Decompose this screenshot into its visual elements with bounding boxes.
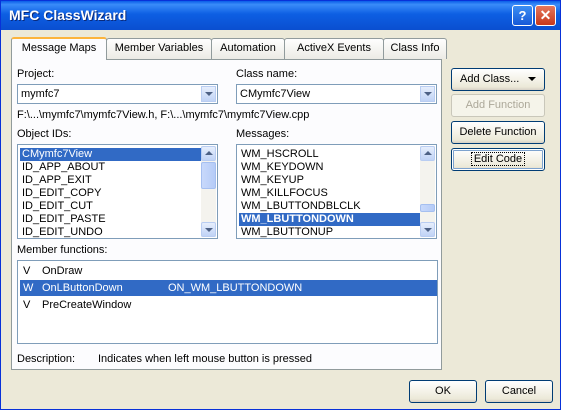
- list-item[interactable]: WM_LBUTTONDBLCLK: [239, 200, 361, 213]
- tab-member-variables[interactable]: Member Variables: [106, 38, 212, 59]
- add-class-label: Add Class...: [460, 73, 520, 85]
- list-item[interactable]: WM_KILLFOCUS: [239, 187, 328, 200]
- add-function-button[interactable]: Add Function: [451, 94, 545, 117]
- description-label: Description:: [17, 353, 76, 365]
- function-flag: V: [23, 265, 31, 277]
- scroll-up-icon[interactable]: [420, 146, 435, 161]
- scroll-up-icon[interactable]: [201, 146, 216, 161]
- list-item[interactable]: ID_EDIT_CUT: [20, 200, 93, 213]
- list-item[interactable]: CMymfc7View: [20, 148, 202, 161]
- scroll-thumb[interactable]: [420, 204, 435, 212]
- tab-class-info[interactable]: Class Info: [383, 38, 447, 59]
- scroll-thumb[interactable]: [201, 162, 216, 189]
- mfc-classwizard-dialog: MFC ClassWizard ? ✕ Message Maps Member …: [0, 0, 561, 410]
- project-label: Project:: [17, 68, 55, 80]
- member-functions-label: Member functions:: [17, 244, 108, 256]
- title-bar[interactable]: MFC ClassWizard ? ✕: [1, 1, 560, 30]
- tab-automation[interactable]: Automation: [211, 38, 285, 59]
- function-name: OnDraw: [42, 265, 83, 277]
- function-name: PreCreateWindow: [42, 299, 132, 311]
- project-value: mymfc7: [21, 88, 60, 100]
- close-button[interactable]: ✕: [535, 5, 556, 26]
- scroll-down-icon[interactable]: [201, 222, 216, 237]
- messages-label: Messages:: [236, 128, 290, 140]
- object-ids-label: Object IDs:: [17, 128, 72, 140]
- ok-button[interactable]: OK: [409, 380, 477, 403]
- messages-listbox[interactable]: WM_HSCROLL WM_KEYDOWN WM_KEYUP WM_KILLFO…: [236, 144, 437, 239]
- class-name-value: CMymfc7View: [240, 88, 311, 100]
- help-button[interactable]: ?: [512, 5, 533, 26]
- list-item[interactable]: WM_LBUTTONUP: [239, 226, 333, 238]
- member-functions-listbox[interactable]: V OnDraw W OnLButtonDown ON_WM_LBUTTONDO…: [17, 260, 438, 344]
- edit-code-button[interactable]: Edit Code: [451, 148, 545, 171]
- files-path-text: F:\...\mymfc7\mymfc7View.h, F:\...\mymfc…: [17, 109, 310, 121]
- tab-activex-events[interactable]: ActiveX Events: [284, 38, 384, 59]
- list-item[interactable]: ID_APP_EXIT: [20, 174, 92, 187]
- list-item[interactable]: ID_APP_ABOUT: [20, 161, 105, 174]
- delete-function-button[interactable]: Delete Function: [451, 121, 545, 144]
- function-flag: V: [23, 299, 31, 311]
- list-item[interactable]: ID_EDIT_UNDO: [20, 226, 103, 238]
- window-title: MFC ClassWizard: [9, 7, 127, 23]
- list-item[interactable]: WM_LBUTTONDOWN: [239, 213, 421, 226]
- list-item[interactable]: WM_HSCROLL: [239, 148, 319, 161]
- function-flag: W: [23, 282, 34, 294]
- list-item[interactable]: WM_KEYDOWN: [239, 161, 324, 174]
- function-name: OnLButtonDown: [42, 282, 123, 294]
- class-name-label: Class name:: [236, 68, 298, 80]
- object-ids-listbox[interactable]: CMymfc7View ID_APP_ABOUT ID_APP_EXIT ID_…: [17, 144, 218, 239]
- list-item[interactable]: ID_EDIT_PASTE: [20, 213, 106, 226]
- chevron-down-icon: [528, 77, 536, 81]
- chevron-down-icon[interactable]: [201, 86, 216, 102]
- list-item[interactable]: ID_EDIT_COPY: [20, 187, 101, 200]
- table-row[interactable]: W OnLButtonDown ON_WM_LBUTTONDOWN: [20, 280, 437, 296]
- scroll-down-icon[interactable]: [420, 222, 435, 237]
- tab-message-maps[interactable]: Message Maps: [11, 37, 107, 60]
- chevron-down-icon[interactable]: [420, 86, 435, 102]
- cancel-button[interactable]: Cancel: [485, 380, 553, 403]
- table-row[interactable]: V OnDraw: [20, 263, 437, 279]
- project-combo[interactable]: mymfc7: [17, 84, 218, 104]
- edit-code-label: Edit Code: [470, 152, 526, 166]
- object-ids-scrollbar[interactable]: [201, 146, 216, 237]
- description-text: Indicates when left mouse button is pres…: [98, 353, 313, 365]
- class-name-combo[interactable]: CMymfc7View: [236, 84, 437, 104]
- list-item[interactable]: WM_KEYUP: [239, 174, 304, 187]
- table-row[interactable]: V PreCreateWindow: [20, 297, 437, 313]
- add-class-button[interactable]: Add Class...: [451, 68, 545, 91]
- function-message: ON_WM_LBUTTONDOWN: [168, 282, 303, 294]
- messages-scrollbar[interactable]: [420, 146, 435, 237]
